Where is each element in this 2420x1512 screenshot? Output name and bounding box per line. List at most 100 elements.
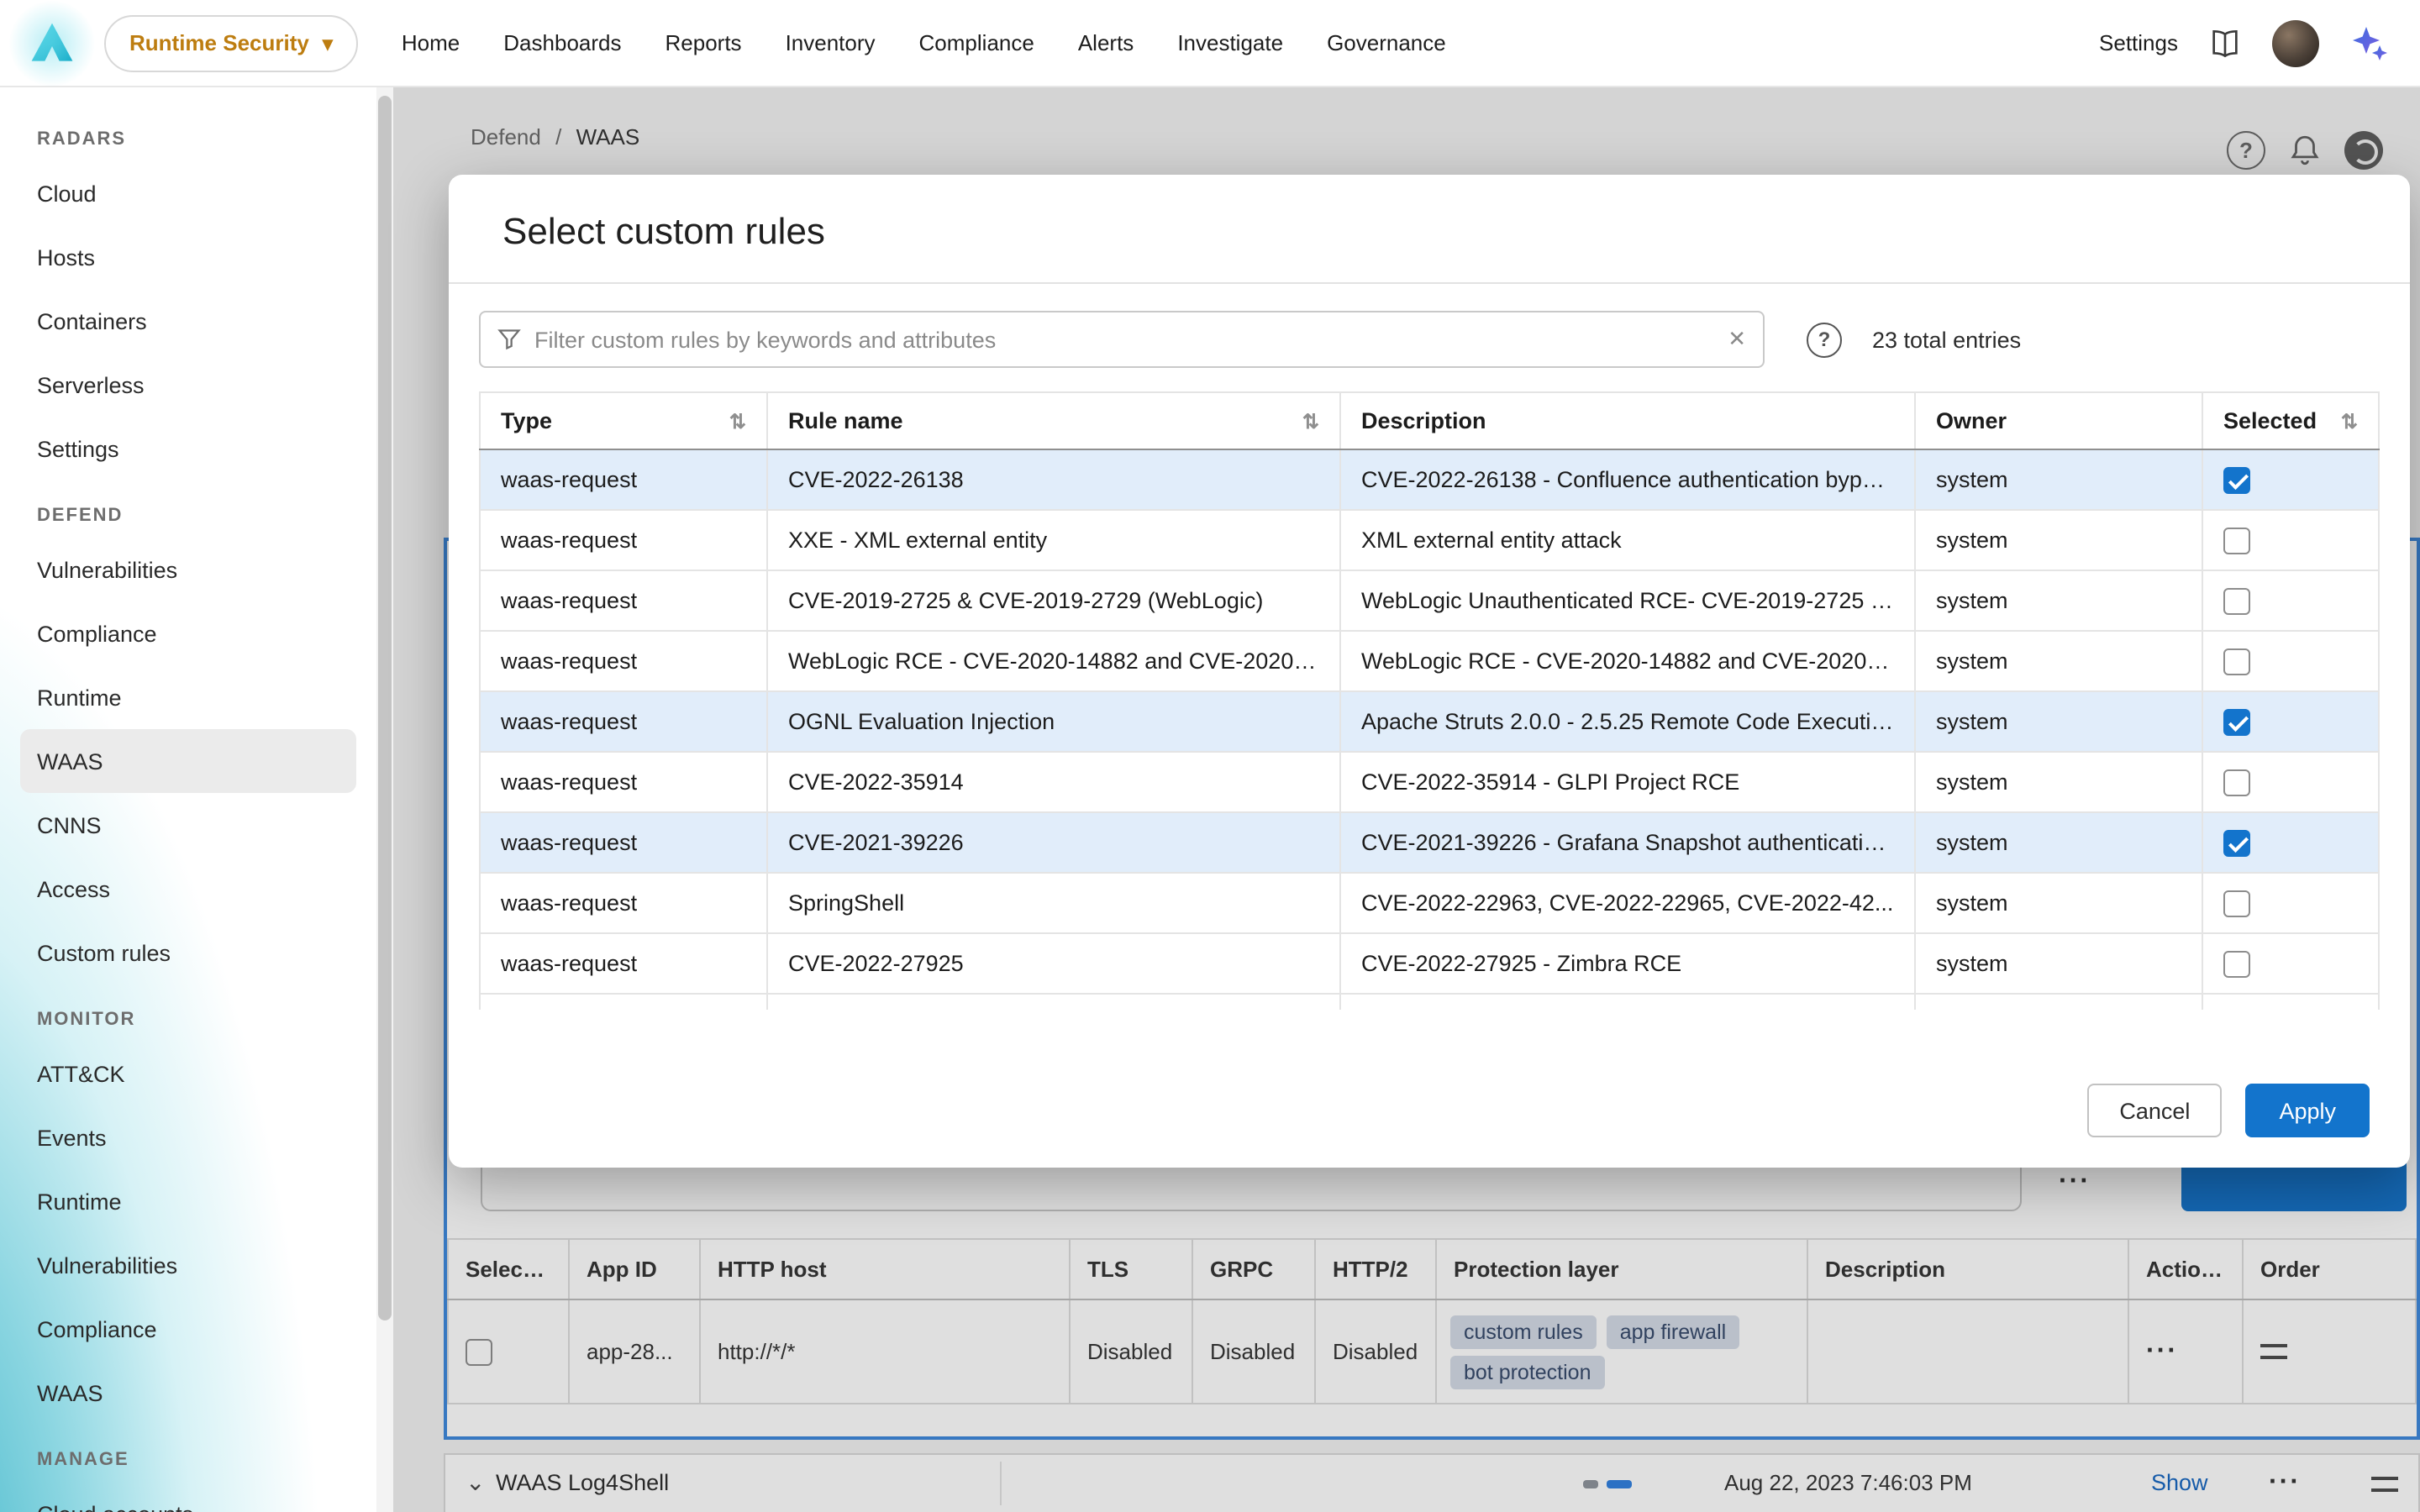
cell-type: waas-request xyxy=(480,752,767,812)
nav-item-governance[interactable]: Governance xyxy=(1327,0,1446,87)
sort-icon[interactable] xyxy=(1302,408,1319,433)
row-checkbox[interactable] xyxy=(2223,587,2250,614)
sidebar-item-waas[interactable]: WAAS xyxy=(0,1361,376,1425)
row-checkbox[interactable] xyxy=(2223,829,2250,856)
sidebar-item-access[interactable]: Access xyxy=(0,857,376,921)
sort-icon[interactable] xyxy=(729,408,746,433)
nav-item-compliance[interactable]: Compliance xyxy=(919,0,1034,87)
cell-owner: system xyxy=(1915,812,2202,873)
sidebar-item-vulnerabilities[interactable]: Vulnerabilities xyxy=(0,538,376,601)
docs-icon[interactable] xyxy=(2208,26,2242,60)
cell-selected xyxy=(2202,994,2379,1010)
sidebar-item-serverless[interactable]: Serverless xyxy=(0,353,376,417)
sidebar-item-vulnerabilities[interactable]: Vulnerabilities xyxy=(0,1233,376,1297)
rules-table-head: TypeRule nameDescriptionOwnerSelected xyxy=(480,392,2379,449)
cell-description: CVE-2022-22963, CVE-2022-22965, CVE-2022… xyxy=(1340,873,1915,933)
cell-description: XML external entity attack xyxy=(1340,510,1915,570)
sort-icon[interactable] xyxy=(2341,408,2358,433)
row-checkbox[interactable] xyxy=(2223,527,2250,554)
cell-rule-name: CVE-2022-27925 xyxy=(767,933,1340,994)
nav-item-alerts[interactable]: Alerts xyxy=(1078,0,1134,87)
cancel-button[interactable]: Cancel xyxy=(2087,1084,2222,1137)
sidebar-item-hosts[interactable]: Hosts xyxy=(0,225,376,289)
avatar[interactable] xyxy=(2272,19,2319,66)
sidebar-item-cnns[interactable]: CNNS xyxy=(0,793,376,857)
cell-selected xyxy=(2202,933,2379,994)
row-checkbox[interactable] xyxy=(2223,648,2250,675)
sidebar-section-defend: DEFEND xyxy=(0,480,376,538)
modal-footer: Cancel Apply xyxy=(2087,1084,2370,1137)
column-header-rule-name[interactable]: Rule name xyxy=(767,392,1340,449)
rule-row[interactable]: waas-requestCVE-2022-27925CVE-2022-27925… xyxy=(480,933,2379,994)
sidebar-item-events[interactable]: Events xyxy=(0,1105,376,1169)
modal-filter-row: 23 total entries xyxy=(449,284,2410,368)
rules-table-wrap: TypeRule nameDescriptionOwnerSelected wa… xyxy=(479,391,2380,1010)
nav-item-investigate[interactable]: Investigate xyxy=(1177,0,1283,87)
nav-item-reports[interactable]: Reports xyxy=(666,0,742,87)
product-switcher[interactable]: Runtime Security xyxy=(104,14,358,71)
clear-filter-icon[interactable] xyxy=(1728,326,1746,353)
cell-description: WebLogic RCE - CVE-2020-14882 and CVE-20… xyxy=(1340,631,1915,691)
product-switcher-label: Runtime Security xyxy=(129,30,309,55)
column-header-type[interactable]: Type xyxy=(480,392,767,449)
rule-row[interactable]: waas-requestCVE-2019-2725 & CVE-2019-272… xyxy=(480,570,2379,631)
filter-help-icon[interactable] xyxy=(1807,322,1842,357)
row-checkbox[interactable] xyxy=(2223,466,2250,493)
sidebar-scrollbar-thumb[interactable] xyxy=(378,96,392,1321)
rule-row[interactable]: waas-requestWebLogic RCE - CVE-2020-1488… xyxy=(480,631,2379,691)
cell-type: waas-request xyxy=(480,691,767,752)
rules-filter-input-wrap[interactable] xyxy=(479,311,1765,368)
row-checkbox[interactable] xyxy=(2223,890,2250,916)
cell-owner: system xyxy=(1915,933,2202,994)
cell-type: waas-request xyxy=(480,570,767,631)
column-header-description: Description xyxy=(1340,392,1915,449)
sidebar-item-runtime[interactable]: Runtime xyxy=(0,665,376,729)
sidebar-item-custom-rules[interactable]: Custom rules xyxy=(0,921,376,984)
row-checkbox[interactable] xyxy=(2223,950,2250,977)
sidebar-item-att-ck[interactable]: ATT&CK xyxy=(0,1042,376,1105)
cell-description: CVE-2022-35914 - GLPI Project RCE xyxy=(1340,752,1915,812)
sidebar-item-compliance[interactable]: Compliance xyxy=(0,601,376,665)
column-label: Description xyxy=(1361,408,1486,433)
nav-item-inventory[interactable]: Inventory xyxy=(786,0,876,87)
column-label: Type xyxy=(501,408,552,433)
rule-row[interactable]: waas-requestCVE-2022-35914CVE-2022-35914… xyxy=(480,752,2379,812)
sidebar-item-compliance[interactable]: Compliance xyxy=(0,1297,376,1361)
cell-empty xyxy=(767,994,1340,1010)
cell-description: CVE-2021-39226 - Grafana Snapshot authen… xyxy=(1340,812,1915,873)
cell-description: CVE-2022-26138 - Confluence authenticati… xyxy=(1340,449,1915,510)
app-logo[interactable] xyxy=(20,11,84,75)
rule-row[interactable]: waas-requestSpringShellCVE-2022-22963, C… xyxy=(480,873,2379,933)
rule-row[interactable]: waas-requestXXE - XML external entityXML… xyxy=(480,510,2379,570)
assistant-sparkle-icon[interactable] xyxy=(2349,23,2390,63)
row-checkbox[interactable] xyxy=(2223,769,2250,795)
rules-filter-input[interactable] xyxy=(534,327,1714,352)
cell-rule-name: SpringShell xyxy=(767,873,1340,933)
sidebar-item-containers[interactable]: Containers xyxy=(0,289,376,353)
sidebar-scrollbar[interactable] xyxy=(376,87,393,1512)
rules-table-body: waas-requestCVE-2022-26138CVE-2022-26138… xyxy=(480,449,2379,1010)
sidebar-item-cloud-accounts[interactable]: Cloud accounts xyxy=(0,1482,376,1512)
nav-item-dashboards[interactable]: Dashboards xyxy=(503,0,621,87)
topbar-right: Settings xyxy=(2099,0,2390,87)
cell-selected xyxy=(2202,510,2379,570)
filter-funnel-icon xyxy=(497,328,521,351)
cell-selected xyxy=(2202,631,2379,691)
apply-button[interactable]: Apply xyxy=(2245,1084,2370,1137)
sidebar-item-cloud[interactable]: Cloud xyxy=(0,161,376,225)
column-header-selected[interactable]: Selected xyxy=(2202,392,2379,449)
rule-row[interactable]: waas-requestCVE-2021-39226CVE-2021-39226… xyxy=(480,812,2379,873)
sidebar-item-waas[interactable]: WAAS xyxy=(20,729,356,793)
nav-item-home[interactable]: Home xyxy=(402,0,460,87)
cell-rule-name: CVE-2019-2725 & CVE-2019-2729 (WebLogic) xyxy=(767,570,1340,631)
sidebar-item-runtime[interactable]: Runtime xyxy=(0,1169,376,1233)
application-window: Runtime Security Home Dashboards Reports In… xyxy=(0,0,2420,1512)
nav-item-settings[interactable]: Settings xyxy=(2099,0,2178,87)
rule-row[interactable]: waas-requestCVE-2022-26138CVE-2022-26138… xyxy=(480,449,2379,510)
sidebar-section-manage: MANAGE xyxy=(0,1425,376,1482)
modal-title: Select custom rules xyxy=(449,175,2410,282)
rule-row[interactable]: waas-requestOGNL Evaluation InjectionApa… xyxy=(480,691,2379,752)
sidebar-item-settings[interactable]: Settings xyxy=(0,417,376,480)
total-entries: 23 total entries xyxy=(1872,327,2021,352)
row-checkbox[interactable] xyxy=(2223,708,2250,735)
